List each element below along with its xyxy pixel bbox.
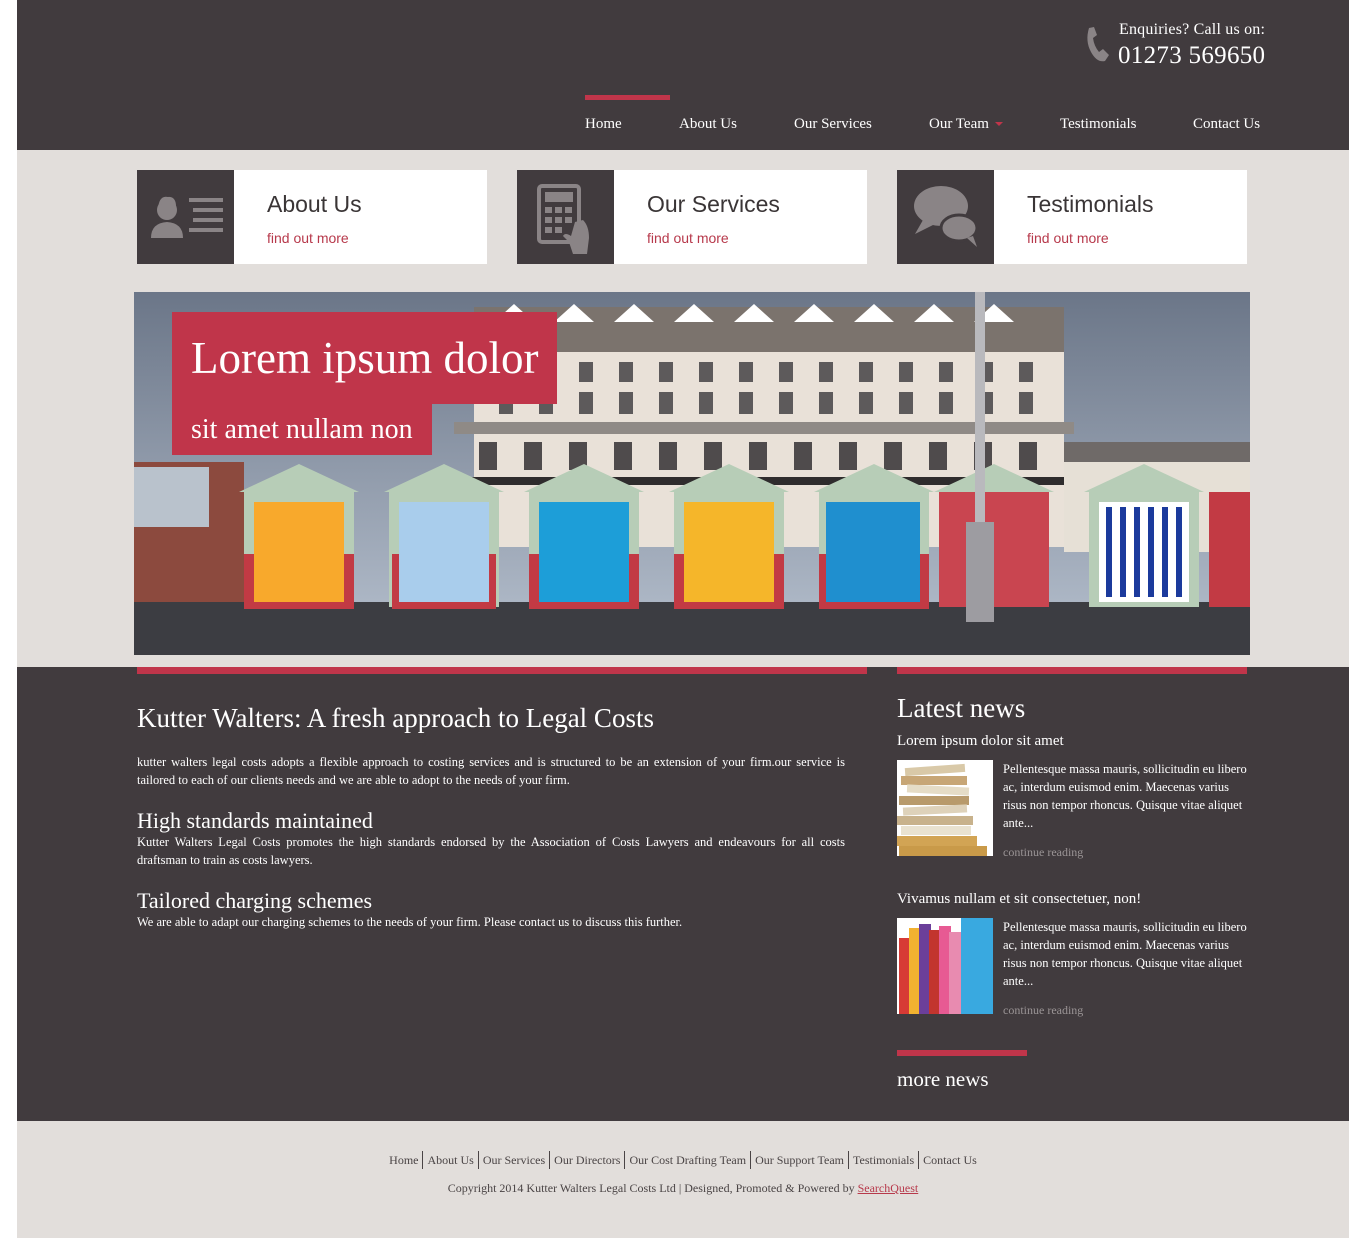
footer-separator bbox=[750, 1151, 752, 1169]
footer-link-home[interactable]: Home bbox=[385, 1153, 422, 1167]
feature-find-out-more-link[interactable]: find out more bbox=[267, 230, 349, 246]
nav-item-our-team-label: Our Team bbox=[929, 116, 989, 132]
more-news-divider bbox=[897, 1050, 1027, 1056]
speech-bubbles-icon bbox=[914, 186, 979, 247]
footer-separator bbox=[848, 1151, 849, 1169]
feature-icon-box bbox=[137, 170, 234, 264]
books-image bbox=[897, 760, 993, 856]
footer-link-our-services[interactable]: Our Services bbox=[479, 1153, 549, 1167]
news-title: Latest news bbox=[897, 693, 1026, 723]
footer-link-about-us[interactable]: About Us bbox=[423, 1153, 477, 1167]
news-excerpt: Pellentesque massa mauris, sollicitudin … bbox=[1003, 920, 1247, 988]
intro-text: kutter walters legal costs adopts a flex… bbox=[137, 755, 845, 787]
footer-separator bbox=[549, 1151, 551, 1169]
news-thumbnail-folders[interactable] bbox=[897, 918, 993, 1014]
feature-testimonials[interactable]: Testimonials find out more bbox=[897, 170, 1247, 264]
feature-our-services[interactable]: Our Services find out more bbox=[517, 170, 867, 264]
feature-title: About Us bbox=[267, 191, 362, 217]
feature-find-out-more-link[interactable]: find out more bbox=[647, 230, 729, 246]
feature-title: Our Services bbox=[647, 191, 780, 217]
footer-link-testimonials[interactable]: Testimonials bbox=[849, 1153, 918, 1167]
nav-item-testimonials[interactable]: Testimonials bbox=[1060, 116, 1136, 133]
news-thumbnail-books[interactable] bbox=[897, 760, 993, 856]
main-content: Kutter Walters: A fresh approach to Lega… bbox=[17, 667, 1349, 1121]
continue-reading-link[interactable]: continue reading bbox=[1003, 1003, 1083, 1018]
person-list-icon bbox=[151, 196, 223, 238]
news-headline[interactable]: Vivamus nullam et sit consectetuer, non! bbox=[897, 891, 1141, 908]
header: Enquiries? Call us on: 01273 569650 Home… bbox=[17, 0, 1349, 150]
footer-link-our-directors[interactable]: Our Directors bbox=[550, 1153, 624, 1167]
nav-item-contact-us[interactable]: Contact Us bbox=[1193, 116, 1260, 133]
news-headline[interactable]: Lorem ipsum dolor sit amet bbox=[897, 733, 1064, 750]
footer-link-contact-us[interactable]: Contact Us bbox=[919, 1153, 981, 1167]
footer-link-cost-drafting-team[interactable]: Our Cost Drafting Team bbox=[625, 1153, 750, 1167]
page: Enquiries? Call us on: 01273 569650 Home… bbox=[17, 0, 1349, 1238]
nav-item-our-team[interactable]: Our Team bbox=[929, 116, 1003, 133]
footer-nav: Home About Us Our Services Our Directors Our… bbox=[17, 1151, 1349, 1170]
dropdown-caret-icon bbox=[994, 121, 1003, 126]
banner-caption-subtitle: sit amet nullam non bbox=[172, 404, 432, 455]
nav-item-home[interactable]: Home bbox=[585, 116, 622, 133]
searchquest-link[interactable]: SearchQuest bbox=[858, 1181, 919, 1195]
news-divider bbox=[897, 667, 1247, 674]
page-title: Kutter Walters: A fresh approach to Lega… bbox=[137, 703, 654, 733]
section-divider bbox=[137, 667, 867, 674]
banner-caption-title: Lorem ipsum dolor bbox=[172, 312, 558, 404]
more-news-link[interactable]: more news bbox=[897, 1067, 989, 1092]
section-heading: High standards maintained bbox=[137, 808, 373, 833]
feature-find-out-more-link[interactable]: find out more bbox=[1027, 230, 1109, 246]
feature-about-us[interactable]: About Us find out more bbox=[137, 170, 487, 264]
footer-separator bbox=[624, 1151, 626, 1169]
copyright-text: Copyright 2014 Kutter Walters Legal Cost… bbox=[447, 1181, 855, 1195]
folders-image bbox=[897, 918, 993, 1014]
nav-active-indicator bbox=[585, 95, 670, 100]
main-nav: Home About Us Our Services Our Team Test… bbox=[17, 0, 1349, 150]
continue-reading-link[interactable]: continue reading bbox=[1003, 845, 1083, 860]
section-text: We are able to adapt our charging scheme… bbox=[137, 915, 683, 929]
nav-item-about-us[interactable]: About Us bbox=[679, 116, 737, 133]
footer-separator bbox=[477, 1151, 479, 1169]
calculator-icon bbox=[537, 184, 589, 254]
copyright: Copyright 2014 Kutter Walters Legal Cost… bbox=[17, 1181, 1349, 1196]
footer-link-support-team[interactable]: Our Support Team bbox=[751, 1153, 848, 1167]
footer-separator bbox=[422, 1151, 424, 1169]
section-text: Kutter Walters Legal Costs promotes the … bbox=[137, 835, 845, 867]
footer-separator bbox=[918, 1151, 920, 1169]
feature-icon-box bbox=[897, 170, 994, 264]
feature-icon-box bbox=[517, 170, 614, 264]
hero-banner: Lorem ipsum dolor sit amet nullam non bbox=[134, 292, 1250, 655]
nav-item-our-services[interactable]: Our Services bbox=[794, 116, 872, 133]
feature-title: Testimonials bbox=[1027, 191, 1154, 217]
news-excerpt: Pellentesque massa mauris, sollicitudin … bbox=[1003, 762, 1247, 830]
section-heading: Tailored charging schemes bbox=[137, 888, 373, 913]
